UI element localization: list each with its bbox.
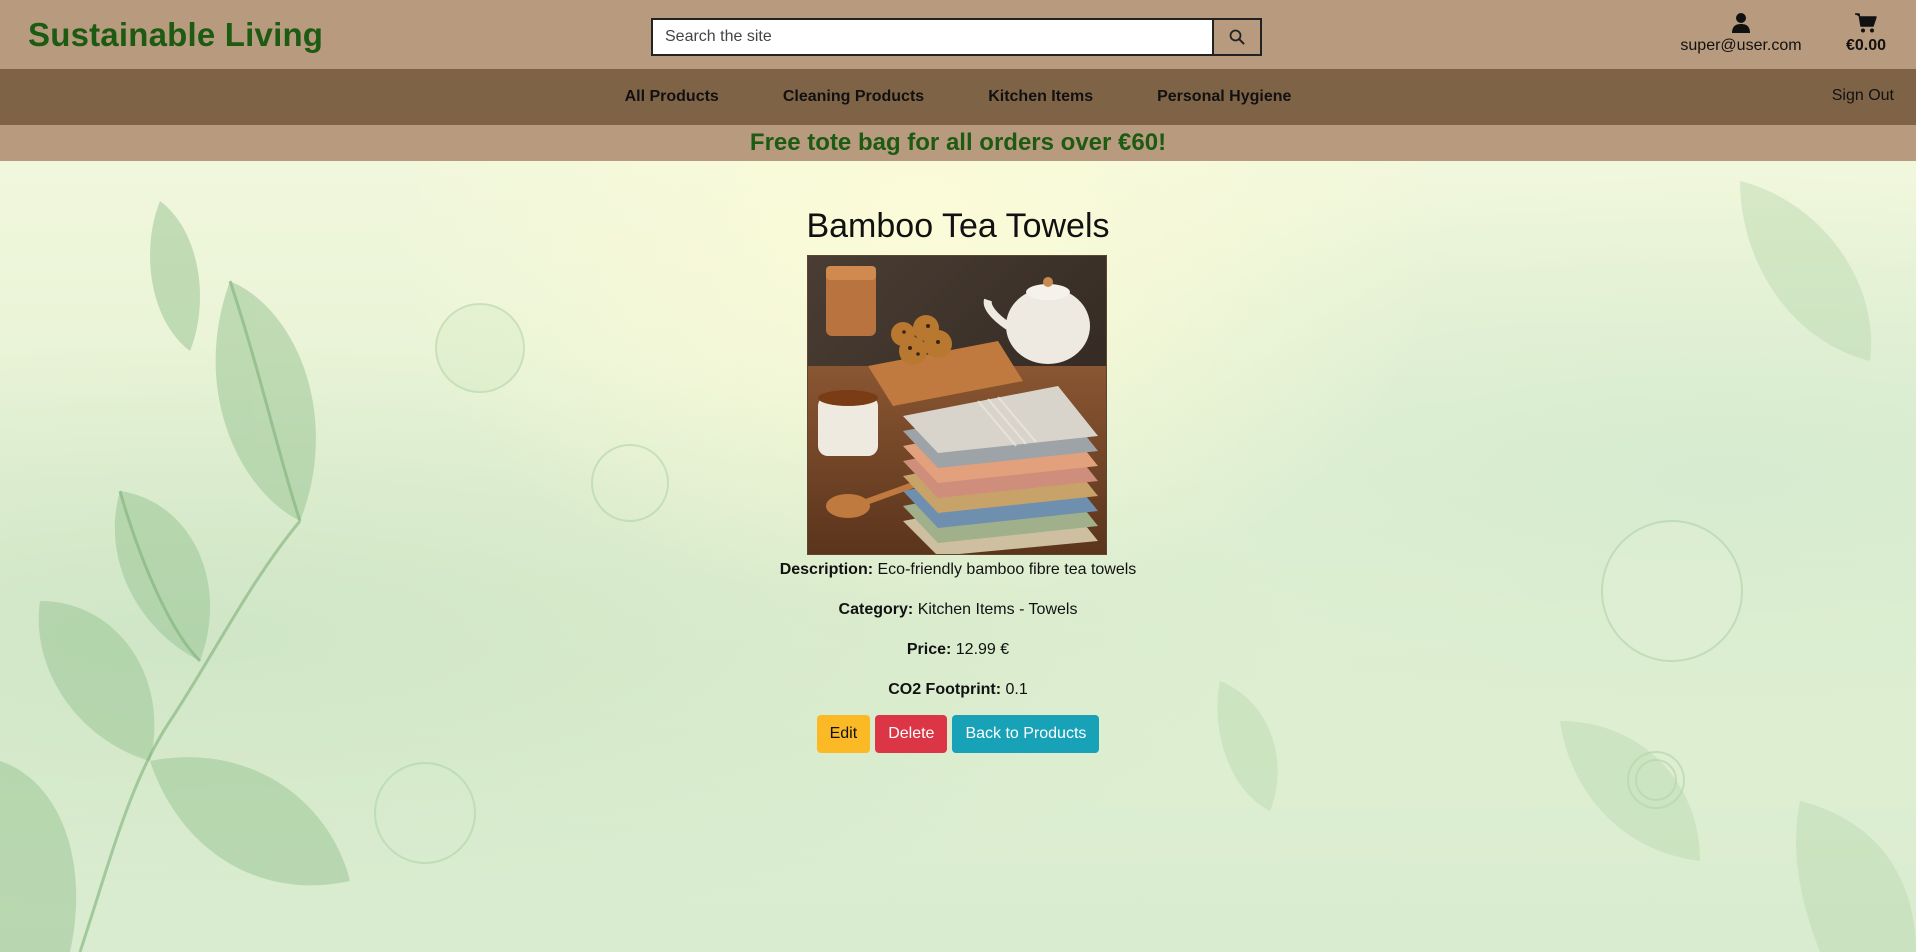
cart-link[interactable]: €0.00 — [1838, 12, 1894, 55]
user-icon — [1732, 13, 1750, 33]
co2-label: CO2 Footprint: — [888, 681, 1002, 698]
nav-links: All Products Cleaning Products Kitchen I… — [0, 69, 1916, 125]
co2-value: 0.1 — [1005, 681, 1028, 698]
product-price: Price: 12.99 € — [0, 641, 1916, 659]
product-category: Category: Kitchen Items - Towels — [0, 601, 1916, 619]
description-label: Description: — [779, 561, 874, 578]
nav-item-personal-hygiene[interactable]: Personal Hygiene — [1157, 88, 1291, 106]
cart-icon — [1855, 13, 1877, 33]
price-value: 12.99 € — [955, 641, 1010, 658]
product-title: Bamboo Tea Towels — [806, 207, 1110, 245]
header: Sustainable Living super@user.com €0.00 — [0, 0, 1916, 69]
main-nav: All Products Cleaning Products Kitchen I… — [0, 69, 1916, 125]
account-email: super@user.com — [1680, 37, 1802, 54]
product-image — [807, 255, 1107, 555]
back-to-products-button[interactable]: Back to Products — [952, 715, 1100, 753]
site-logo[interactable]: Sustainable Living — [28, 16, 323, 54]
price-label: Price: — [906, 641, 952, 658]
sign-out-link[interactable]: Sign Out — [1832, 87, 1894, 105]
search-button[interactable] — [1212, 20, 1260, 54]
delete-button[interactable]: Delete — [875, 715, 948, 753]
promo-banner: Free tote bag for all orders over €60! — [0, 125, 1916, 161]
nav-item-kitchen-items[interactable]: Kitchen Items — [988, 88, 1093, 106]
edit-button[interactable]: Edit — [816, 715, 871, 753]
tea-towels-photo — [808, 256, 1106, 554]
category-value: Kitchen Items - Towels — [917, 601, 1078, 618]
search-form — [651, 18, 1262, 56]
category-label: Category: — [838, 601, 914, 618]
search-icon — [1229, 29, 1245, 45]
action-buttons: Edit Delete Back to Products — [0, 715, 1916, 753]
account-menu[interactable]: super@user.com — [1672, 12, 1810, 55]
product-detail: Bamboo Tea Towels Description: Eco-frien… — [0, 161, 1916, 952]
nav-item-all-products[interactable]: All Products — [625, 88, 719, 106]
product-co2: CO2 Footprint: 0.1 — [0, 681, 1916, 699]
search-input[interactable] — [653, 20, 1212, 54]
product-description: Description: Eco-friendly bamboo fibre t… — [0, 561, 1916, 579]
cart-total: €0.00 — [1845, 37, 1887, 54]
description-value: Eco-friendly bamboo fibre tea towels — [877, 561, 1137, 578]
nav-item-cleaning-products[interactable]: Cleaning Products — [783, 88, 924, 106]
